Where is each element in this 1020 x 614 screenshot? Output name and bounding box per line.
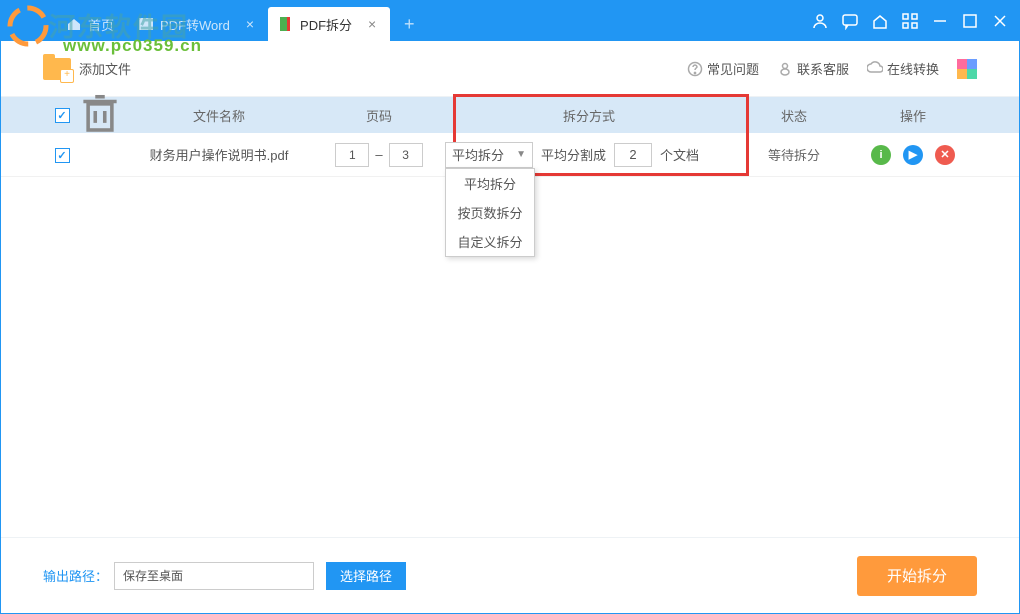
dropdown-option[interactable]: 平均拆分 xyxy=(446,169,534,198)
page-separator: – xyxy=(375,147,382,162)
choose-path-button[interactable]: 选择路径 xyxy=(326,562,406,590)
apps-icon[interactable] xyxy=(901,12,919,30)
add-file-label: 添加文件 xyxy=(79,59,131,78)
row-checkbox[interactable] xyxy=(55,148,70,163)
tab-pdf2word[interactable]: PDF转Word × xyxy=(128,7,268,41)
row-status: 等待拆分 xyxy=(739,145,849,164)
minimize-icon[interactable] xyxy=(931,12,949,30)
dropdown-menu: 平均拆分 按页数拆分 自定义拆分 xyxy=(445,168,535,257)
dropdown-selected: 平均拆分 xyxy=(452,145,504,164)
close-icon[interactable]: × xyxy=(246,16,254,32)
title-controls xyxy=(811,1,1019,41)
output-label: 输出路径： xyxy=(43,566,108,585)
user-icon[interactable] xyxy=(811,12,829,30)
page-to-input[interactable] xyxy=(389,143,423,167)
tab-label: PDF转Word xyxy=(160,15,230,34)
chat-icon[interactable] xyxy=(841,12,859,30)
home-icon[interactable] xyxy=(871,12,889,30)
header-op: 操作 xyxy=(849,106,977,125)
info-button[interactable]: i xyxy=(871,145,891,165)
tab-pdfsplit[interactable]: PDF拆分 × xyxy=(268,7,390,41)
dropdown-option[interactable]: 自定义拆分 xyxy=(446,227,534,256)
tab-home[interactable]: 首页 xyxy=(56,7,128,41)
contact-label: 联系客服 xyxy=(797,59,849,78)
add-tab-button[interactable]: + xyxy=(396,11,422,37)
header-status: 状态 xyxy=(739,106,849,125)
pdf-icon xyxy=(278,16,294,32)
split-count-input[interactable] xyxy=(614,143,652,167)
toolbar: 添加文件 常见问题 联系客服 在线转换 xyxy=(1,41,1019,97)
table-row: 财务用户操作说明书.pdf – 平均拆分 ▼ 平均拆分 按页数拆分 自定义拆分 … xyxy=(1,133,1019,177)
folder-icon xyxy=(43,58,71,80)
dropdown-option[interactable]: 按页数拆分 xyxy=(446,198,534,227)
split-mode-dropdown[interactable]: 平均拆分 ▼ 平均拆分 按页数拆分 自定义拆分 xyxy=(445,142,533,168)
bottom-bar: 输出路径： 选择路径 开始拆分 xyxy=(1,537,1019,613)
select-all-checkbox[interactable] xyxy=(55,108,70,123)
tab-label: PDF拆分 xyxy=(300,15,352,34)
table-header: 文件名称 页码 拆分方式 状态 操作 xyxy=(1,97,1019,133)
online-link[interactable]: 在线转换 xyxy=(867,59,939,78)
delete-row-button[interactable]: ✕ xyxy=(935,145,955,165)
header-page: 页码 xyxy=(319,106,439,125)
split-suffix: 个文档 xyxy=(660,145,699,164)
delete-all-button[interactable] xyxy=(81,123,119,138)
play-button[interactable]: ▶ xyxy=(903,145,923,165)
contact-link[interactable]: 联系客服 xyxy=(777,59,849,78)
header-filename: 文件名称 xyxy=(119,106,319,125)
home-icon xyxy=(66,16,82,32)
add-file-button[interactable]: 添加文件 xyxy=(43,58,131,80)
close-window-icon[interactable] xyxy=(991,12,1009,30)
chevron-down-icon: ▼ xyxy=(516,149,526,160)
word-icon xyxy=(138,16,154,32)
gift-icon[interactable] xyxy=(957,59,977,79)
split-prefix: 平均分割成 xyxy=(541,145,606,164)
close-icon[interactable]: × xyxy=(368,16,376,32)
maximize-icon[interactable] xyxy=(961,12,979,30)
tab-label: 首页 xyxy=(88,15,114,34)
title-bar: 首页 PDF转Word × PDF拆分 × + xyxy=(1,1,1019,41)
file-name: 财务用户操作说明书.pdf xyxy=(119,145,319,164)
faq-link[interactable]: 常见问题 xyxy=(687,59,759,78)
faq-label: 常见问题 xyxy=(707,59,759,78)
output-path-input[interactable] xyxy=(114,562,314,590)
header-mode: 拆分方式 xyxy=(439,106,739,125)
online-label: 在线转换 xyxy=(887,59,939,78)
page-from-input[interactable] xyxy=(335,143,369,167)
start-split-button[interactable]: 开始拆分 xyxy=(857,556,977,596)
